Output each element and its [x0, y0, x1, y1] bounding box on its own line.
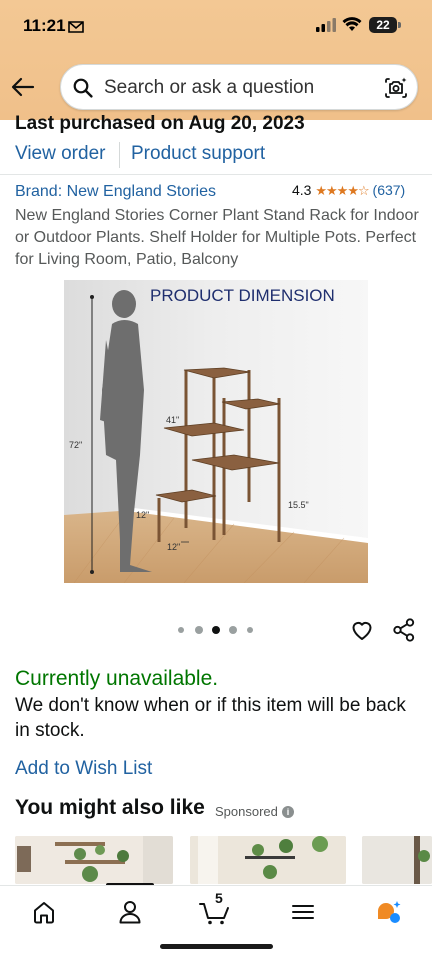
battery-icon: 22	[369, 17, 401, 33]
last-purchased-text: Last purchased on Aug 20, 2023	[15, 113, 305, 134]
brand-link[interactable]: Brand: New England Stories	[15, 183, 216, 201]
view-order-link[interactable]: View order	[15, 143, 105, 165]
recommendation-card[interactable]	[362, 836, 432, 884]
header: 11:21 22 Search or ask a question	[0, 0, 432, 120]
mail-icon	[68, 21, 84, 33]
back-arrow-icon[interactable]	[10, 74, 36, 100]
share-icon[interactable]	[393, 618, 415, 642]
carousel-dot[interactable]	[247, 627, 253, 633]
search-icon	[73, 78, 93, 98]
add-to-wish-list-link[interactable]: Add to Wish List	[15, 758, 152, 780]
battery-level: 22	[369, 17, 397, 33]
status-time: 11:21	[23, 16, 66, 35]
carousel-dot-active[interactable]	[212, 626, 220, 634]
dimension-right: 15.5"	[288, 500, 309, 510]
carousel-dot[interactable]	[178, 627, 184, 633]
carousel-dot[interactable]	[195, 626, 203, 634]
dimension-heading: PRODUCT DIMENSION	[150, 286, 335, 305]
dimension-top: 41"	[166, 415, 179, 425]
image-carousel-dots[interactable]	[178, 625, 258, 635]
section-divider	[0, 174, 432, 175]
cellular-signal-icon	[316, 18, 336, 32]
carousel-dot[interactable]	[229, 626, 237, 634]
sponsored-label: Sponsored	[215, 804, 278, 819]
product-title: New England Stories Corner Plant Stand R…	[15, 207, 419, 268]
availability-status: Currently unavailable.	[15, 667, 219, 690]
home-icon[interactable]	[30, 898, 58, 926]
rating-count[interactable]: (637)	[373, 182, 406, 198]
product-image[interactable]: PRODUCT DIMENSION 72" 41" 12" 15.5" 12"	[64, 280, 368, 583]
wifi-icon	[342, 17, 362, 31]
star-rating-icon: ★★★★☆	[315, 183, 369, 198]
recommendation-card[interactable]	[190, 836, 346, 884]
rating-value: 4.3	[292, 182, 312, 198]
cart-count-badge[interactable]: 5	[215, 890, 223, 906]
rufus-assistant-icon[interactable]	[374, 898, 402, 926]
recommendations-heading: You might also like	[15, 796, 205, 819]
dimension-depth: 12"	[167, 542, 180, 552]
info-icon[interactable]: i	[282, 806, 294, 818]
heart-icon[interactable]	[350, 618, 374, 642]
home-indicator	[160, 944, 273, 949]
account-icon[interactable]	[116, 898, 144, 926]
search-input[interactable]: Search or ask a question	[104, 77, 314, 99]
dimension-height: 72"	[69, 440, 82, 450]
status-bar: 11:21 22	[0, 0, 432, 52]
dimension-shelf: 12"	[136, 510, 149, 520]
menu-icon[interactable]	[289, 898, 317, 926]
rating-summary[interactable]: 4.3 ★★★★☆ (637)	[292, 182, 405, 199]
product-support-link[interactable]: Product support	[131, 143, 265, 165]
link-divider	[119, 142, 120, 168]
camera-lens-icon[interactable]	[384, 76, 408, 100]
availability-note: We don't know when or if this item will …	[15, 695, 406, 741]
recommendation-card[interactable]	[15, 836, 173, 884]
search-bar[interactable]: Search or ask a question	[60, 64, 418, 110]
